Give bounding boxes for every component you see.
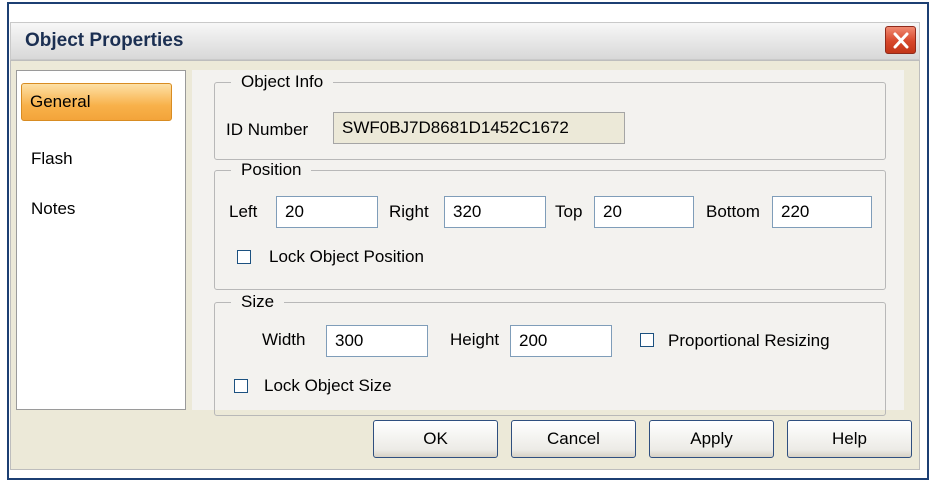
- object-info-legend: Object Info: [241, 72, 324, 91]
- left-label: Left: [229, 202, 258, 221]
- bottom-field[interactable]: [772, 196, 872, 228]
- proportional-resizing-checkbox[interactable]: [640, 333, 654, 347]
- sidebar-item-notes[interactable]: Notes: [31, 199, 75, 219]
- id-number-label: ID Number: [226, 120, 309, 139]
- width-field[interactable]: [326, 325, 428, 357]
- close-icon: [893, 32, 909, 49]
- close-button[interactable]: [885, 26, 916, 54]
- size-legend: Size: [241, 292, 275, 311]
- cancel-button[interactable]: Cancel: [511, 420, 636, 458]
- right-field[interactable]: [444, 196, 546, 228]
- ok-button[interactable]: OK: [373, 420, 498, 458]
- width-label: Width: [262, 330, 306, 349]
- lock-position-label[interactable]: Lock Object Position: [269, 247, 424, 267]
- proportional-resizing-label[interactable]: Proportional Resizing: [668, 331, 830, 351]
- sidebar-item-label: Notes: [31, 199, 76, 218]
- height-field[interactable]: [510, 325, 612, 357]
- sidebar-item-flash[interactable]: Flash: [31, 149, 73, 169]
- top-field[interactable]: [594, 196, 694, 228]
- general-panel: Object Info ID Number Position Left Righ…: [192, 70, 904, 416]
- sidebar-item-general[interactable]: General: [21, 83, 172, 121]
- right-label: Right: [389, 202, 429, 221]
- left-field[interactable]: [276, 196, 378, 228]
- sidebar: General Flash Notes: [16, 70, 186, 410]
- help-button[interactable]: Help: [787, 420, 912, 458]
- top-label: Top: [555, 202, 583, 221]
- lock-size-checkbox[interactable]: [234, 379, 248, 393]
- sidebar-item-label: Flash: [31, 149, 73, 168]
- lock-position-checkbox[interactable]: [237, 250, 251, 264]
- window-title: Object Properties: [25, 30, 184, 51]
- apply-button[interactable]: Apply: [649, 420, 774, 458]
- title-bar[interactable]: Object Properties: [10, 22, 920, 60]
- height-label: Height: [450, 330, 500, 349]
- bottom-label: Bottom: [706, 202, 760, 221]
- lock-size-label[interactable]: Lock Object Size: [264, 376, 392, 396]
- sidebar-item-label: General: [30, 92, 91, 111]
- position-legend: Position: [241, 160, 302, 179]
- id-number-field[interactable]: [333, 112, 625, 144]
